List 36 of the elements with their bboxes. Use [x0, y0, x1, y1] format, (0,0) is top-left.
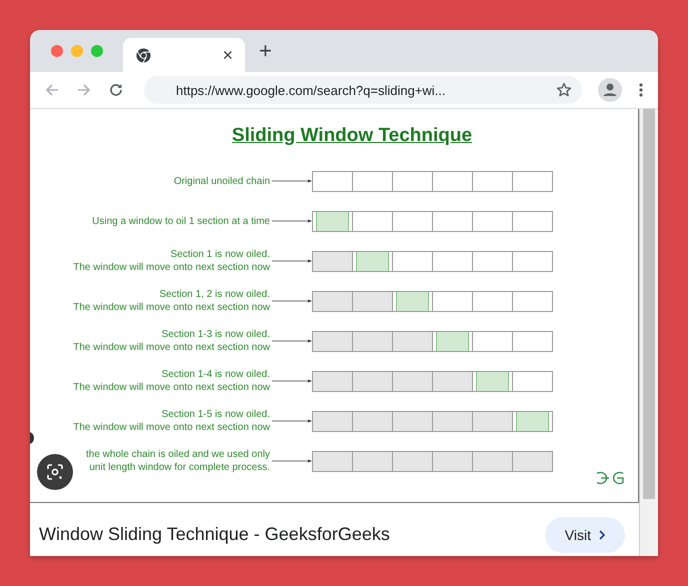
visit-button[interactable]: Visit — [544, 516, 625, 552]
menu-icon[interactable] — [638, 82, 644, 98]
arrow — [272, 298, 312, 304]
address-bar[interactable]: https://www.google.com/search?q=sliding+wi... — [144, 76, 582, 104]
arrow — [272, 218, 312, 224]
url-text: https://www.google.com/search?q=sliding+wi... — [176, 82, 446, 98]
step-label: Original unoiled chain — [174, 174, 270, 188]
tab-close-button[interactable]: × — [222, 44, 233, 66]
browser-logo-icon — [136, 48, 151, 62]
step-label: Section 1-3 is now oiled. The window will move onto next section now — [73, 328, 270, 354]
reload-icon[interactable] — [108, 82, 124, 98]
chevron-right-icon — [599, 530, 605, 540]
logo-icon — [594, 470, 626, 486]
scrollbar-thumb[interactable] — [643, 109, 655, 499]
bookmark-star-icon[interactable] — [556, 82, 572, 98]
browser-tab[interactable]: × — [123, 38, 245, 72]
arrow — [272, 458, 312, 464]
arrow — [272, 258, 312, 264]
step-label: the whole chain is oiled and we used only unit length window for complete process. — [86, 448, 270, 474]
step-label: Using a window to oil 1 section at a time — [92, 214, 270, 228]
result-title[interactable]: Window Sliding Technique - GeeksforGeeks — [39, 524, 390, 545]
arrow — [272, 178, 312, 184]
arrow — [272, 338, 312, 344]
step-label: Section 1-4 is now oiled. The window will move onto next section now — [73, 368, 270, 394]
arrow — [272, 378, 312, 384]
diagram-title: Sliding Window Technique — [230, 125, 474, 147]
new-tab-button[interactable]: + — [245, 38, 272, 72]
camera-search-icon — [46, 463, 64, 481]
arrow — [272, 418, 312, 424]
step-label: Section 1-5 is now oiled. The window will move onto next section now — [73, 408, 270, 434]
step-label: Section 1, 2 is now oiled. The window will move onto next section now — [73, 288, 270, 314]
step-label: Section 1 is now oiled. The window will move onto next section now — [73, 248, 270, 274]
diagram-image[interactable] — [30, 109, 639, 503]
close-window-icon[interactable] — [51, 45, 63, 57]
profile-avatar-icon[interactable] — [598, 78, 622, 102]
visual-search-button[interactable] — [37, 454, 73, 490]
